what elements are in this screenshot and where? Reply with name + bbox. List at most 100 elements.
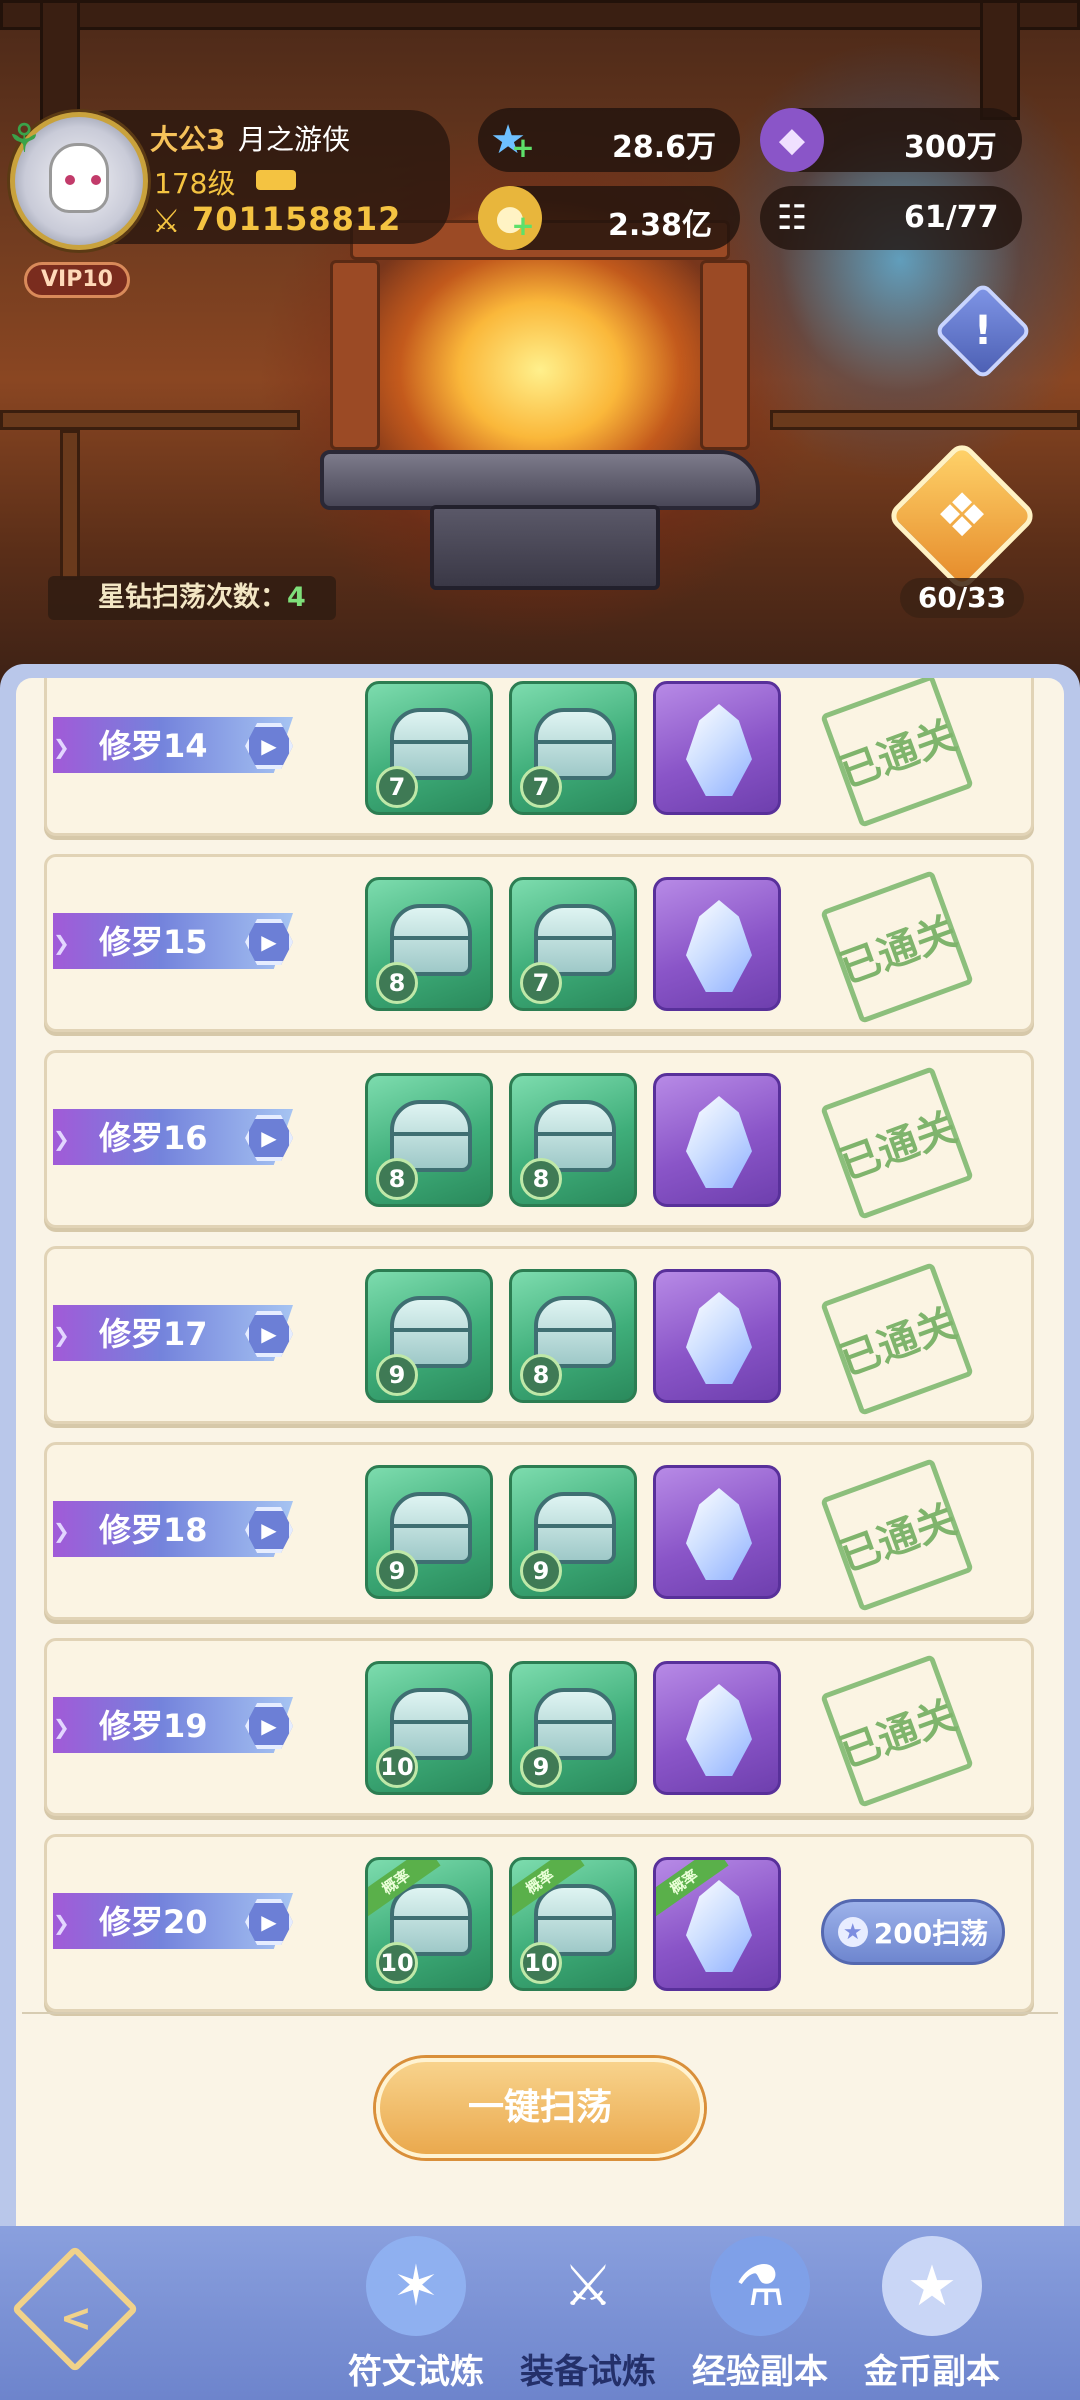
forge-pillar-right — [700, 260, 750, 450]
reward-crystal[interactable] — [653, 681, 781, 815]
coin-icon: ★ — [882, 2236, 982, 2336]
chevron-right-icon: ❯ — [53, 1715, 70, 1739]
chevron-right-icon: ❯ — [53, 1323, 70, 1347]
stage-name: 修罗16 — [99, 1119, 208, 1157]
stage-card[interactable]: ❯ 修罗20 ▶ 概率 10 概率 10 概率 ★ 200扫荡 — [44, 1834, 1034, 2012]
crystal-icon — [686, 1096, 752, 1188]
gift-icon: ❖ — [935, 481, 989, 551]
reward-count: 9 — [520, 1746, 562, 1788]
reward-chest[interactable]: 概率 10 — [365, 1857, 493, 1991]
nav-tab-label: 金币副本 — [864, 2352, 1000, 2392]
sweep-count-label: 星钻扫荡次数： — [98, 582, 287, 613]
crystal-icon — [686, 1488, 752, 1580]
stage-card[interactable]: ❯ 修罗19 ▶ 10 9 已通关 — [44, 1638, 1034, 1816]
exclamation-icon: ! — [973, 308, 993, 354]
cleared-stamp: 已通关 — [820, 1262, 974, 1416]
cleared-stamp: 已通关 — [820, 1654, 974, 1808]
resource-members[interactable]: ☷ 61/77 — [760, 186, 1022, 250]
reward-crystal[interactable] — [653, 877, 781, 1011]
reward-chest[interactable]: 9 — [365, 1465, 493, 1599]
avatar-eye — [65, 175, 75, 185]
nav-tab[interactable]: ★ 金币副本 — [847, 2226, 1017, 2400]
stage-card[interactable]: ❯ 修罗14 ▶ 7 7 已通关 — [44, 678, 1034, 836]
stage-name: 修罗15 — [99, 923, 208, 961]
reward-count: 9 — [376, 1550, 418, 1592]
reward-chest[interactable]: 9 — [365, 1269, 493, 1403]
stage-card[interactable]: ❯ 修罗16 ▶ 8 8 已通关 — [44, 1050, 1034, 1228]
reward-chest[interactable]: 10 — [365, 1661, 493, 1795]
nav-tab-label: 符文试炼 — [348, 2352, 484, 2392]
cleared-stamp: 已通关 — [820, 1458, 974, 1612]
reward-chest[interactable]: 8 — [509, 1073, 637, 1207]
plus-icon[interactable]: + — [508, 131, 538, 164]
divider — [22, 2012, 1058, 2014]
stage-card[interactable]: ❯ 修罗17 ▶ 9 8 已通关 — [44, 1246, 1034, 1424]
stage-card[interactable]: ❯ 修罗15 ▶ 8 7 已通关 — [44, 854, 1034, 1032]
cleared-stamp: 已通关 — [820, 1066, 974, 1220]
reward-count: 7 — [520, 962, 562, 1004]
reward-count: 8 — [376, 962, 418, 1004]
sweep-button-label: 200扫荡 — [873, 1917, 989, 1950]
reward-crystal[interactable]: 概率 — [653, 1857, 781, 1991]
cleared-stamp-text: 已通关 — [834, 908, 963, 993]
player-title: 月之游侠 — [238, 123, 351, 156]
reward-chest[interactable]: 8 — [365, 877, 493, 1011]
reward-crystal[interactable] — [653, 1073, 781, 1207]
reward-chest[interactable]: 概率 10 — [509, 1857, 637, 1991]
reward-crystal[interactable] — [653, 1269, 781, 1403]
sweep-count-banner: 星钻扫荡次数：4 — [48, 576, 336, 620]
gems-value: 300万 — [904, 130, 997, 165]
reward-count: 8 — [376, 1158, 418, 1200]
stage-name: 修罗20 — [99, 1903, 208, 1941]
reward-crystal[interactable] — [653, 1661, 781, 1795]
members-value: 61/77 — [904, 200, 999, 235]
resource-gold[interactable]: ● + 2.38亿 — [478, 186, 740, 250]
reward-chest[interactable]: 9 — [509, 1661, 637, 1795]
vip-badge[interactable]: VIP10 — [24, 262, 130, 298]
reward-count: 7 — [376, 766, 418, 808]
reward-chest[interactable]: 8 — [365, 1073, 493, 1207]
plus-icon[interactable]: + — [508, 209, 538, 242]
resource-gems[interactable]: ◆ 300万 — [760, 108, 1022, 172]
back-arrow-icon: < — [60, 2296, 92, 2340]
reward-count: 10 — [520, 1942, 562, 1984]
reward-count: 8 — [520, 1354, 562, 1396]
crystal-icon — [686, 900, 752, 992]
reward-crystal[interactable] — [653, 1465, 781, 1599]
cleared-stamp-text: 已通关 — [834, 1104, 963, 1189]
cleared-stamp-text: 已通关 — [834, 1692, 963, 1777]
gem-icon: ◆ — [760, 108, 824, 172]
reward-count: 7 — [520, 766, 562, 808]
workbench-left — [0, 410, 300, 430]
resource-stars[interactable]: ★ + 28.6万 — [478, 108, 740, 172]
bottom-nav: < ✶ 符文试炼 ⚔ 装备试炼 ⚗ 经验副本 ★ 金币副本 — [0, 2226, 1080, 2400]
reward-chest[interactable]: 8 — [509, 1269, 637, 1403]
cleared-stamp-text: 已通关 — [834, 1300, 963, 1385]
reward-chest[interactable]: 7 — [365, 681, 493, 815]
reward-chest[interactable]: 9 — [509, 1465, 637, 1599]
gift-count: 60/33 — [900, 578, 1024, 618]
player-level: 178级 — [154, 167, 236, 200]
cleared-stamp: 已通关 — [820, 678, 974, 828]
reward-count: 9 — [376, 1354, 418, 1396]
one-click-sweep-button[interactable]: 一键扫荡 — [376, 2058, 704, 2158]
stage-list[interactable]: ❯ 修罗14 ▶ 7 7 已通关 ❯ 修罗15 ▶ 8 7 已通关 ❯ 修罗16 ▶ 8 8 已通关 ❯ 修罗17 ▶ 9… — [16, 678, 1064, 2238]
reward-chest[interactable]: 7 — [509, 877, 637, 1011]
crystal-icon — [686, 1684, 752, 1776]
stage-card[interactable]: ❯ 修罗18 ▶ 9 9 已通关 — [44, 1442, 1034, 1620]
avatar-eye — [91, 175, 101, 185]
nav-tab[interactable]: ⚔ 装备试炼 — [503, 2226, 673, 2400]
forge-pillar-left — [330, 260, 380, 450]
anvil — [320, 450, 760, 510]
nav-tab[interactable]: ⚗ 经验副本 — [675, 2226, 845, 2400]
crystal-icon — [686, 1880, 752, 1972]
right-post — [980, 0, 1020, 120]
reward-chest[interactable]: 7 — [509, 681, 637, 815]
ceiling-beam — [0, 0, 1080, 30]
reward-count: 10 — [376, 1942, 418, 1984]
nav-tab[interactable]: ✶ 符文试炼 — [331, 2226, 501, 2400]
sweep-button[interactable]: ★ 200扫荡 — [821, 1899, 1005, 1965]
chevron-right-icon: ❯ — [53, 1127, 70, 1151]
stage-name: 修罗19 — [99, 1707, 208, 1745]
cleared-stamp: 已通关 — [820, 870, 974, 1024]
